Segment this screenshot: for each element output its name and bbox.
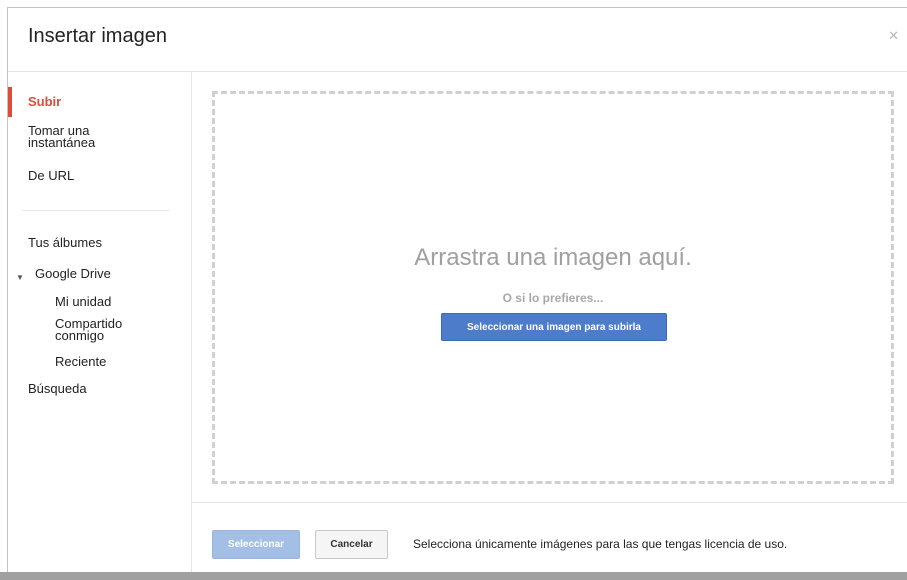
select-image-upload-button[interactable]: Seleccionar una imagen para subirla: [441, 313, 667, 341]
or-text: O si lo prefieres...: [502, 291, 604, 305]
active-indicator: [8, 87, 12, 117]
select-button[interactable]: Seleccionar: [212, 530, 300, 559]
sidebar-divider: [22, 210, 169, 211]
image-dropzone[interactable]: Arrastra una imagen aquí. O si lo prefie…: [212, 91, 894, 484]
license-note: Selecciona únicamente imágenes para las …: [413, 537, 788, 551]
dialog-title: Insertar imagen: [28, 25, 167, 47]
sidebar-item-shared[interactable]: Compartido conmigo: [55, 317, 145, 342]
dialog-footer: Seleccionar Cancelar Selecciona únicamen…: [192, 502, 907, 572]
dialog-titlebar: Insertar imagen ✕: [8, 8, 907, 72]
cancel-button[interactable]: Cancelar: [315, 530, 388, 559]
main-panel: Arrastra una imagen aquí. O si lo prefie…: [192, 72, 907, 572]
chevron-down-icon[interactable]: ▼: [16, 273, 24, 282]
insert-image-dialog: Insertar imagen ✕ Subir Tomar una instan…: [7, 7, 907, 572]
sidebar-item-recent[interactable]: Reciente: [55, 355, 185, 368]
close-icon[interactable]: ✕: [888, 28, 899, 44]
sidebar: Subir Tomar una instantánea De URL Tus á…: [8, 72, 192, 572]
drop-instruction: Arrastra una imagen aquí.: [414, 244, 692, 271]
sidebar-item-url[interactable]: De URL: [28, 169, 158, 182]
page-bottom-strip: [0, 572, 907, 580]
sidebar-item-snapshot[interactable]: Tomar una instantánea: [28, 124, 158, 149]
sidebar-item-albums[interactable]: Tus álbumes: [28, 236, 158, 249]
sidebar-item-subir[interactable]: Subir: [28, 95, 158, 108]
sidebar-item-my-drive[interactable]: Mi unidad: [55, 295, 185, 308]
sidebar-item-search[interactable]: Búsqueda: [28, 382, 158, 395]
sidebar-item-google-drive[interactable]: Google Drive: [35, 267, 165, 280]
